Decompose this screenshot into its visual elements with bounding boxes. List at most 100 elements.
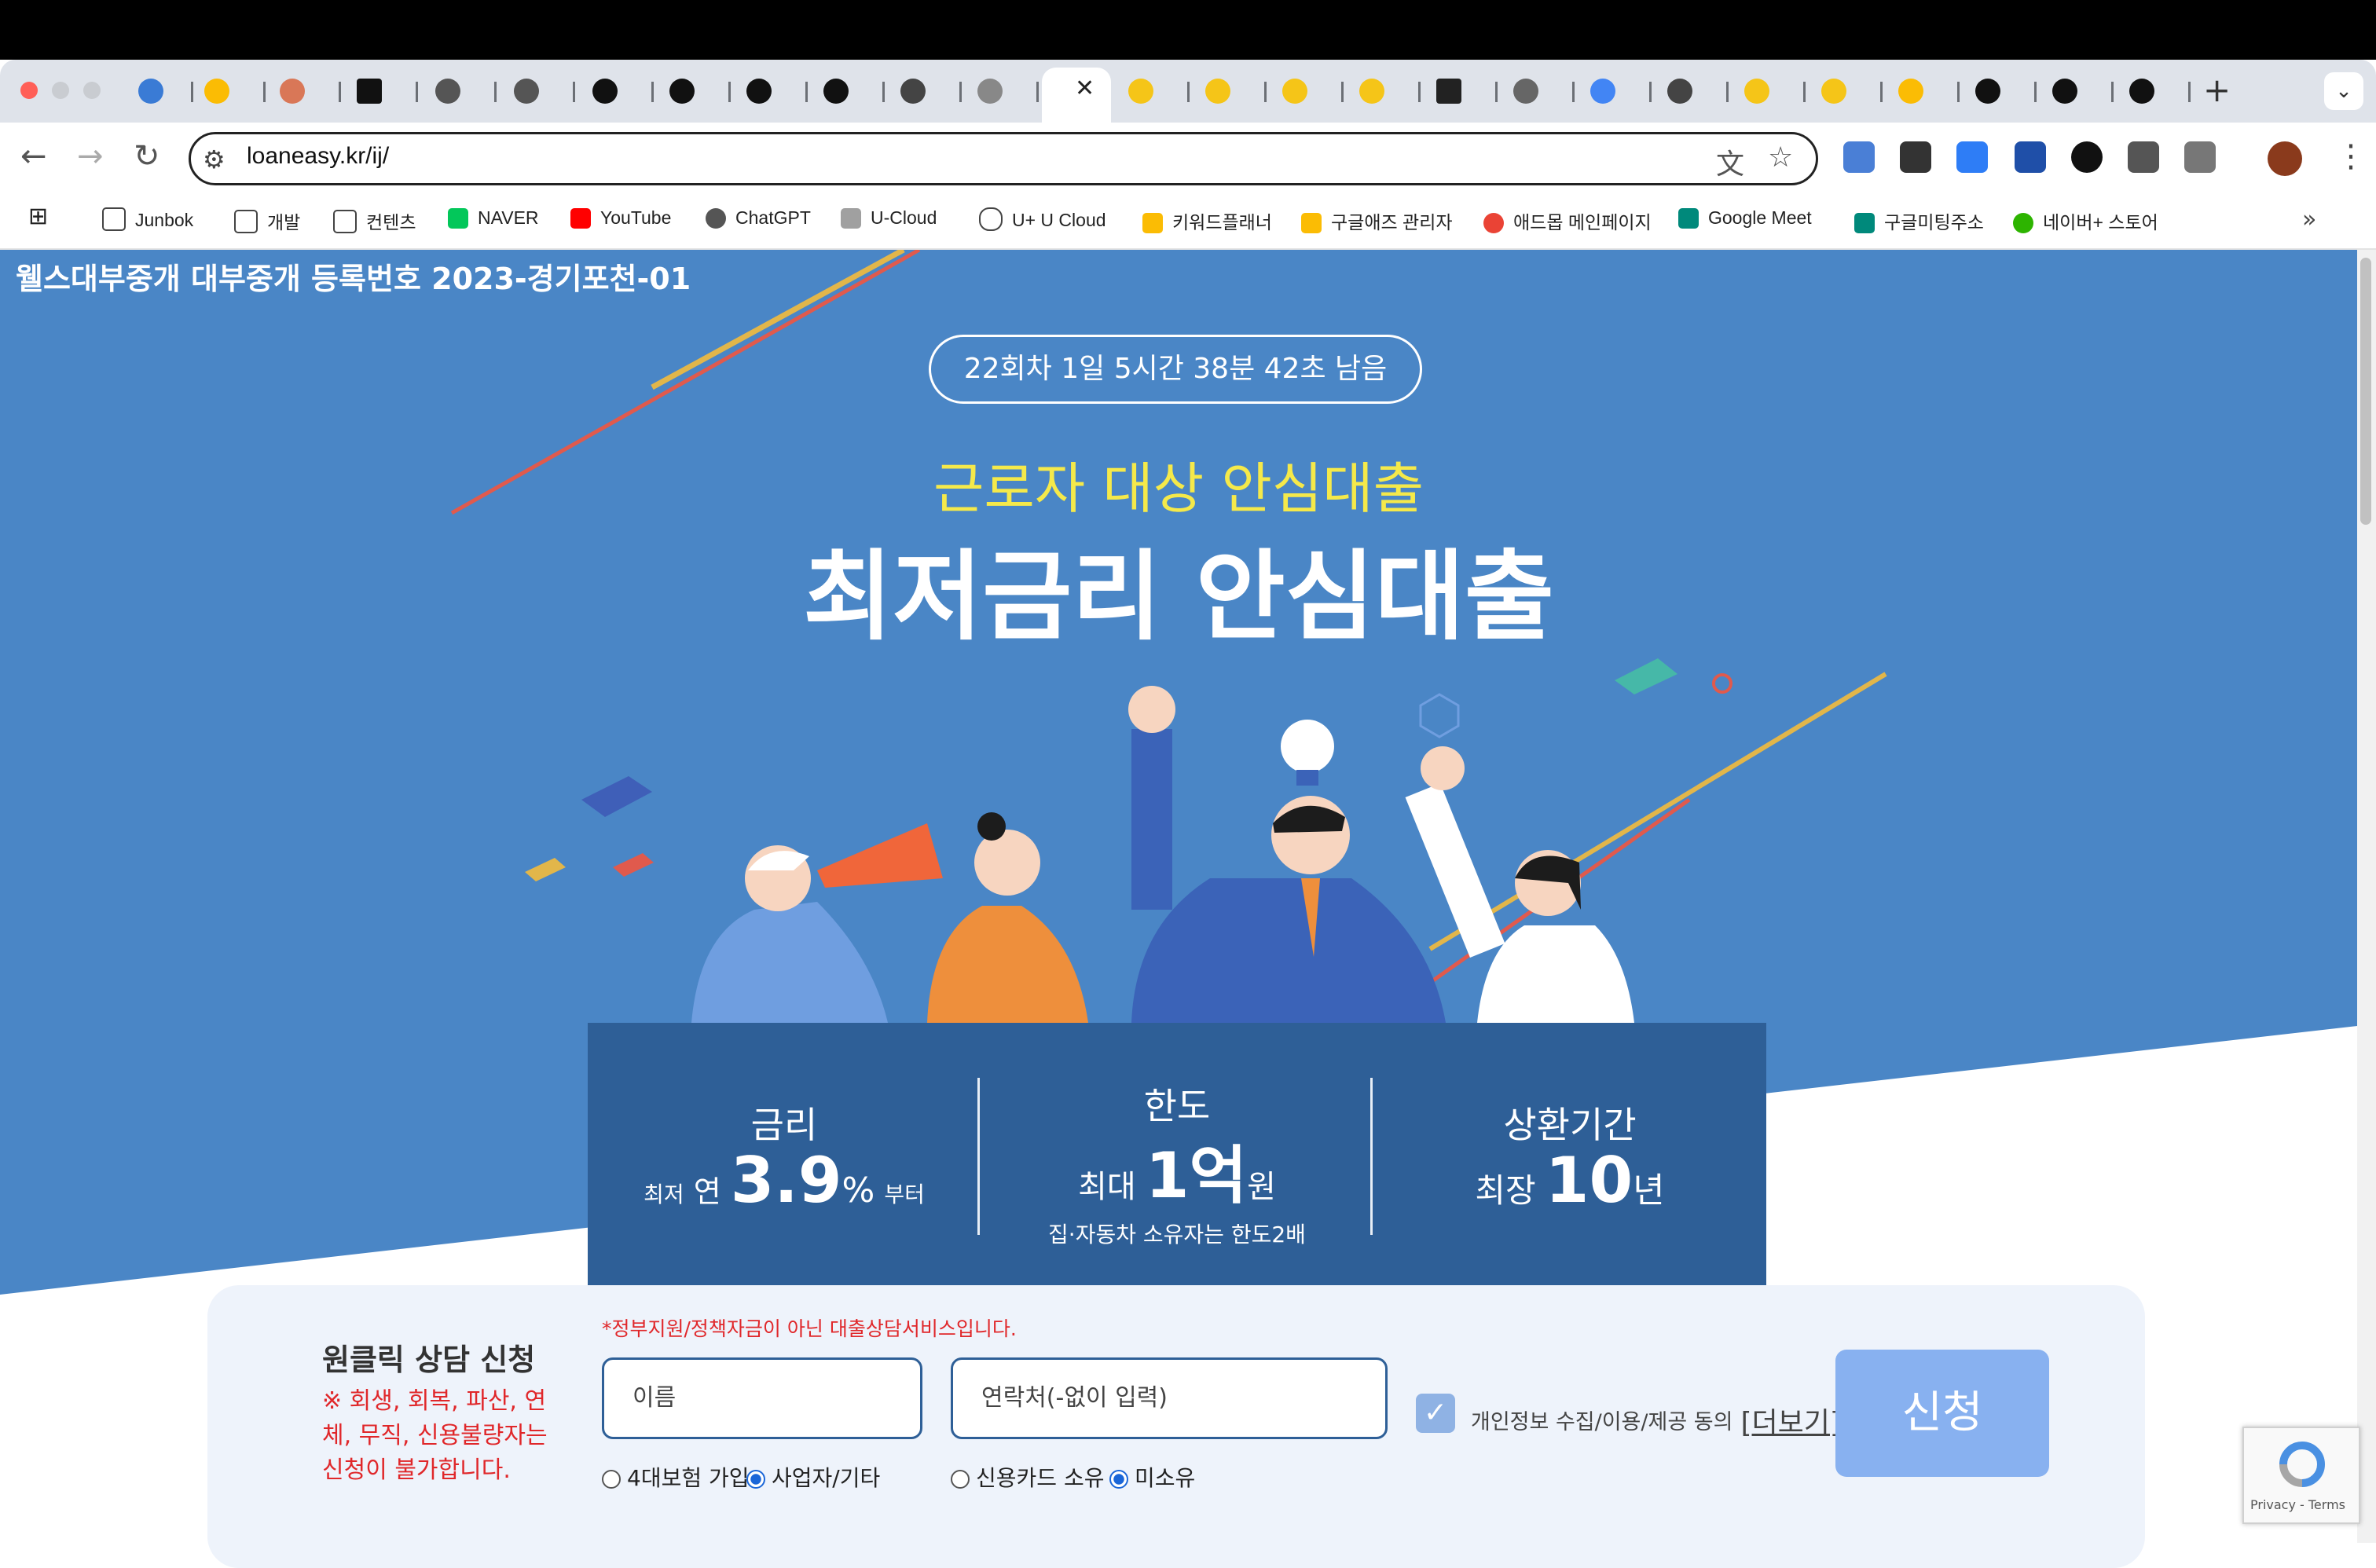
browser-tab[interactable] [508,71,575,112]
browser-tab[interactable] [586,71,654,112]
maximize-window-button[interactable] [83,82,101,99]
job-radio-business[interactable]: 사업자/기타 [746,1461,880,1493]
tab-separator [2111,82,2114,102]
browser-tab[interactable] [1969,71,2037,112]
bookmark-item[interactable]: 키워드플래너 [1142,207,1272,234]
bookmark-item[interactable]: Junbok [102,207,193,231]
apps-grid-icon[interactable]: ⊞ [28,203,48,230]
browser-tab[interactable] [132,71,193,112]
browser-tab[interactable] [2046,71,2114,112]
radio-button[interactable] [1109,1470,1128,1489]
browser-tab[interactable] [2123,71,2191,112]
browser-tab[interactable] [273,71,341,112]
meet-icon [1678,208,1699,229]
agree-more-link[interactable]: [더보기] [1740,1407,1840,1439]
hero-title: 최저금리 안심대출 [803,540,1554,654]
tab-search-icon[interactable]: ⌄ [2324,72,2363,110]
rate-line: 최저 연 3.9% 부터 [588,1144,981,1217]
bookmark-item[interactable]: 개발 [234,207,300,234]
browser-tab[interactable] [1892,71,1960,112]
site-info-icon[interactable]: ⚙ [203,145,226,174]
limit-line: 최대 1억원 [981,1125,1373,1216]
form-notice: *정부지원/정책자금이 아닌 대출상담서비스입니다. [602,1317,1017,1340]
new-tab-icon[interactable]: + [2203,71,2231,109]
bookmark-item[interactable]: 컨텐츠 [333,207,416,234]
translate-icon[interactable]: 文 [1716,141,1744,182]
agree-checkbox[interactable]: ✓ [1416,1394,1455,1433]
browser-tab[interactable] [1430,71,1498,112]
browser-tab[interactable] [740,71,808,112]
bookmark-item[interactable]: 구글미팅주소 [1854,207,1984,234]
bookmark-label: 애드몹 메인페이지 [1513,212,1652,233]
radio-button[interactable] [602,1470,621,1489]
bookmark-item[interactable]: 구글애즈 관리자 [1301,207,1453,234]
bookmark-star-icon[interactable]: ☆ [1768,141,1793,174]
bookmark-item[interactable]: 애드몹 메인페이지 [1483,207,1652,234]
robot-extension-icon[interactable] [2128,141,2159,173]
scrollbar-thumb[interactable] [2360,258,2371,525]
browser-tab[interactable] [1738,71,1806,112]
browser-tab[interactable] [817,71,885,112]
bookmark-item[interactable]: YouTube [570,207,671,229]
browser-tab[interactable] [971,71,1039,112]
triangle-extension-icon[interactable] [2071,141,2103,173]
submit-button[interactable]: 신청 [1835,1350,2049,1477]
browser-tab[interactable] [1199,71,1267,112]
minimize-window-button[interactable] [52,82,69,99]
browser-tab[interactable] [1122,71,1190,112]
radio-button[interactable] [951,1470,970,1489]
bookmark-item[interactable]: ChatGPT [706,207,811,229]
browser-tab[interactable] [1276,71,1344,112]
vue-extension-icon[interactable] [2015,141,2046,173]
url-text[interactable]: loaneasy.kr/ij/ [247,143,389,170]
card-radio-none[interactable]: 미소유 [1109,1461,1195,1493]
browser-tab[interactable] [894,71,962,112]
name-input[interactable]: 이름 [602,1357,922,1439]
browser-tab[interactable] [429,71,497,112]
translator-extension-icon[interactable] [1956,141,1988,173]
more-bookmarks-icon[interactable]: » [2302,206,2316,233]
reload-icon[interactable]: ↻ [134,138,160,174]
browser-tab[interactable] [1815,71,1883,112]
close-tab-icon[interactable]: ✕ [1075,75,1094,102]
rate-unit: % [842,1171,875,1211]
phone-input[interactable]: 연락처(-없이 입력) [951,1357,1388,1439]
forward-icon[interactable]: → [77,138,104,174]
bookmark-item[interactable]: NAVER [448,207,539,229]
close-window-button[interactable] [20,82,38,99]
registration-number: 웰스대부중개 대부중개 등록번호 2023-경기포천-01 [16,262,691,296]
chatgpt-icon [514,79,539,104]
bookmark-item[interactable]: U-Cloud [841,207,937,229]
job-radio-insured[interactable]: 4대보험 가입 [602,1461,750,1493]
folder-icon [234,210,258,233]
bookmark-item[interactable]: 네이버+ 스토어 [2013,207,2158,234]
browser-menu-icon[interactable]: ⋮ [2335,138,2367,174]
bookmark-label: Junbok [135,210,194,230]
card-radio-owned[interactable]: 신용카드 소유 [951,1461,1104,1493]
tab-separator [1572,82,1575,102]
video-extension-icon[interactable] [1900,141,1931,173]
translate-extension-icon[interactable] [1843,141,1875,173]
tab-separator [573,82,575,102]
hero-subtitle: 근로자 대상 안심대출 [933,456,1424,521]
lightbulb [1281,720,1334,773]
browser-tab[interactable] [350,71,418,112]
browser-tab[interactable] [663,71,731,112]
browser-tab[interactable] [1661,71,1729,112]
bookmark-item[interactable]: Google Meet [1678,207,1812,229]
bookmark-item[interactable]: U+ U Cloud [979,207,1106,231]
anthropic-icon [357,79,382,104]
recaptcha-terms[interactable]: Privacy - Terms [2250,1497,2345,1512]
info-divider [1370,1078,1373,1235]
browser-tab[interactable] [1507,71,1575,112]
profile-avatar[interactable] [2268,141,2302,176]
browser-tab[interactable] [198,71,266,112]
browser-tab[interactable] [1353,71,1421,112]
extensions-puzzle-icon[interactable] [2184,141,2216,173]
radio-button[interactable] [746,1470,765,1489]
address-bar[interactable] [189,132,1818,185]
tab-separator [339,82,341,102]
google-icon [1590,79,1615,104]
back-icon[interactable]: ← [20,138,47,174]
browser-tab[interactable] [1584,71,1652,112]
